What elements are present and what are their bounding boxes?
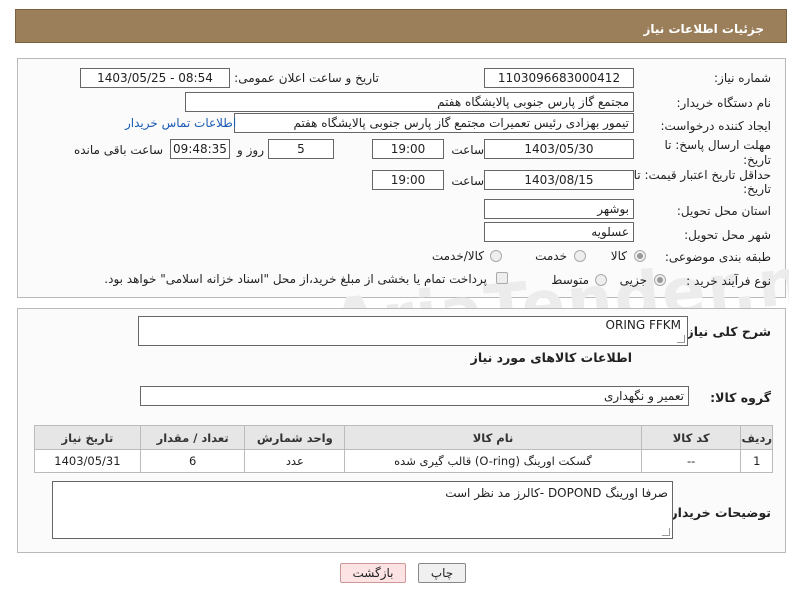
remaining-label: ساعت باقی مانده <box>73 143 163 157</box>
province-field: بوشهر <box>484 199 634 219</box>
cell-code: -- <box>640 449 742 473</box>
summary-label: شرح کلی نیاز: <box>681 324 771 339</box>
validity-label-line2: تاریخ: <box>743 182 771 196</box>
announce-field: 1403/05/25 - 08:54 <box>80 68 230 88</box>
creator-field: تیمور بهزادی رئیس تعمیرات مجتمع گاز پارس… <box>234 113 634 133</box>
deadline-time-label: ساعت <box>451 143 484 157</box>
deadline-label: مهلت ارسال پاسخ: تا <box>664 138 771 152</box>
cell-unit: عدد <box>244 449 346 473</box>
buyer-notes-field: صرفا اورینگ DOPOND -کالرز مد نظر است <box>52 481 673 539</box>
buyer-org-label: نام دستگاه خریدار: <box>676 96 772 110</box>
cell-row: 1 <box>740 449 773 473</box>
category-service-radio[interactable] <box>574 250 586 262</box>
table-row: 1 -- گسکت اورینگ (O-ring) قالب گیری شده … <box>34 449 773 473</box>
days-label: روز و <box>237 143 264 157</box>
category-service-label: خدمت <box>535 249 567 263</box>
creator-label: ایجاد کننده درخواست: <box>660 119 771 133</box>
group-field: تعمیر و نگهداری <box>140 386 689 406</box>
page-title: جزئیات اطلاعات نیاز <box>643 22 764 36</box>
col-code: کد کالا <box>640 425 742 450</box>
process-minor-radio[interactable] <box>654 274 666 286</box>
category-label: طبقه بندی موضوعی: <box>664 250 771 264</box>
buyer-contact-link[interactable]: اطلاعات تماس خریدار <box>125 116 236 130</box>
announce-label: تاریخ و ساعت اعلان عمومی: <box>234 71 379 85</box>
group-label: گروه کالا: <box>710 390 771 405</box>
cell-qty: 6 <box>139 449 246 473</box>
page-header: جزئیات اطلاعات نیاز <box>15 9 787 43</box>
goods-table: ردیف کد کالا نام کالا واحد شمارش تعداد /… <box>34 425 773 473</box>
table-header: ردیف کد کالا نام کالا واحد شمارش تعداد /… <box>34 425 773 450</box>
process-minor-label: جزیی <box>619 273 647 287</box>
col-row: ردیف <box>740 425 773 450</box>
category-goods-service-radio[interactable] <box>490 250 502 262</box>
days-field: 5 <box>268 139 334 159</box>
back-button[interactable]: بازگشت <box>340 563 406 583</box>
treasury-payment-note: پرداخت تمام یا بخشی از مبلغ خرید،از محل … <box>104 272 487 286</box>
need-number-label: شماره نیاز: <box>714 71 771 85</box>
category-goods-service-label: کالا/خدمت <box>431 249 484 263</box>
deadline-date-field: 1403/05/30 <box>484 139 634 159</box>
col-unit: واحد شمارش <box>244 425 346 450</box>
col-qty: تعداد / مقدار <box>139 425 246 450</box>
remaining-time-field: 09:48:35 <box>170 139 230 159</box>
process-medium-label: متوسط <box>551 273 589 287</box>
summary-field: ORING FFKM <box>138 316 688 346</box>
category-goods-label: کالا <box>610 249 627 263</box>
process-label: نوع فرآیند خرید : <box>686 274 771 288</box>
goods-info-title: اطلاعات کالاهای مورد نیاز <box>470 350 632 365</box>
buyer-notes-label: توضیحات خریدار: <box>665 505 771 520</box>
city-field: عسلویه <box>484 222 634 242</box>
col-date: تاریخ نیاز <box>34 425 141 450</box>
validity-label: حداقل تاریخ اعتبار قیمت: تا <box>633 168 771 182</box>
print-button[interactable]: چاپ <box>418 563 466 583</box>
buyer-org-field: مجتمع گاز پارس جنوبی پالایشگاه هفتم <box>185 92 634 112</box>
need-number-field: 1103096683000412 <box>484 68 634 88</box>
deadline-label-line2: تاریخ: <box>743 153 771 167</box>
province-label: استان محل تحویل: <box>676 204 771 218</box>
col-name: نام کالا <box>344 425 642 450</box>
validity-date-field: 1403/08/15 <box>484 170 634 190</box>
validity-time-field: 19:00 <box>372 170 444 190</box>
category-goods-radio[interactable] <box>634 250 646 262</box>
treasury-payment-checkbox[interactable] <box>496 272 508 284</box>
deadline-time-field: 19:00 <box>372 139 444 159</box>
validity-time-label: ساعت <box>451 174 484 188</box>
process-medium-radio[interactable] <box>595 274 607 286</box>
cell-date: 1403/05/31 <box>34 449 141 473</box>
city-label: شهر محل تحویل: <box>684 228 771 242</box>
cell-name: گسکت اورینگ (O-ring) قالب گیری شده <box>344 449 642 473</box>
